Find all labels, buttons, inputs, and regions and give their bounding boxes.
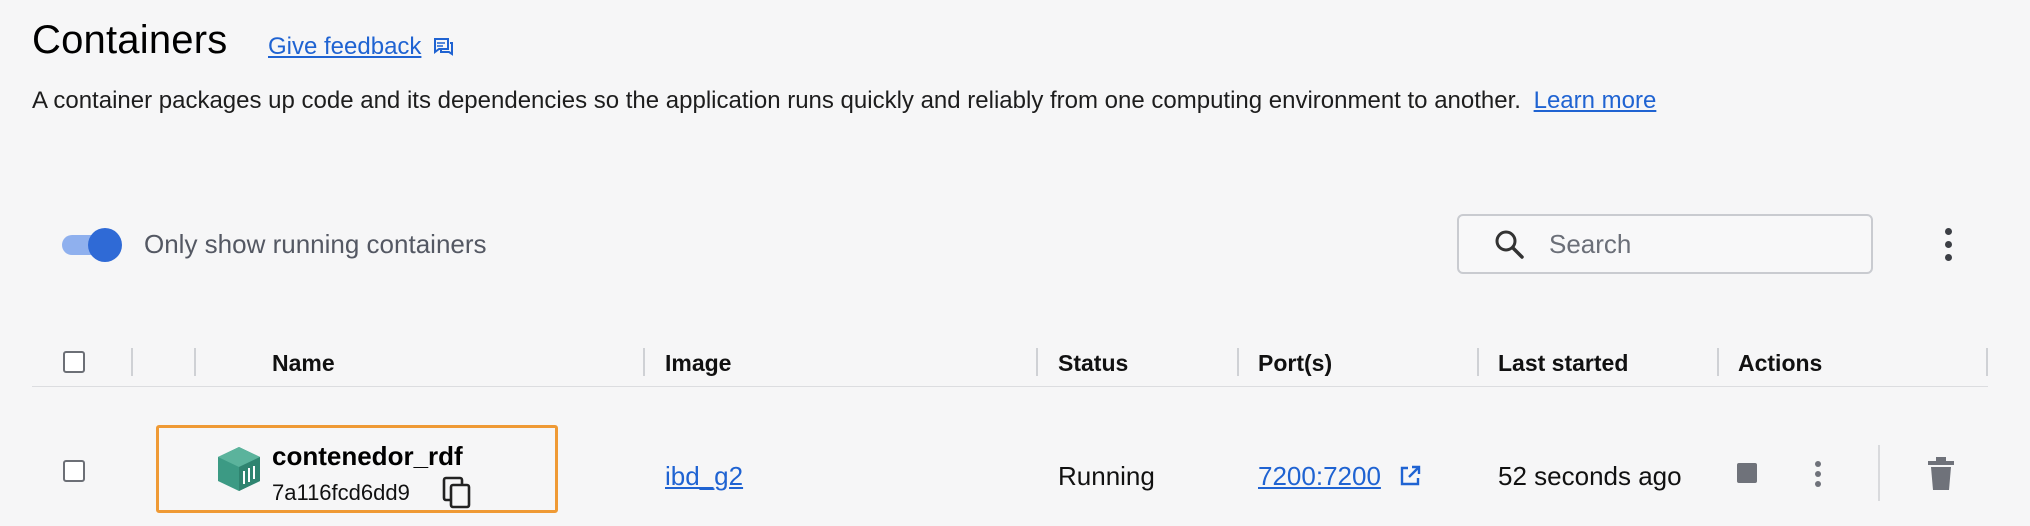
- image-name[interactable]: ibd_g2: [665, 461, 743, 491]
- column-header-name[interactable]: Name: [272, 350, 335, 377]
- status-text: Running: [1058, 461, 1155, 491]
- container-id: 7a116fcd6dd9: [272, 480, 410, 505]
- running-filter: Only show running containers: [62, 228, 487, 262]
- row-checkbox[interactable]: [63, 460, 85, 482]
- port-link[interactable]: 7200:7200: [1258, 461, 1381, 491]
- stop-icon[interactable]: [1737, 463, 1757, 483]
- search-icon: [1495, 230, 1524, 259]
- column-divider: [1717, 348, 1719, 376]
- give-feedback-label: Give feedback: [268, 33, 422, 60]
- running-only-toggle[interactable]: [62, 228, 122, 262]
- column-divider: [1036, 348, 1038, 376]
- column-divider: [1477, 348, 1479, 376]
- actions-divider: [1878, 445, 1880, 501]
- toggle-label: Only show running containers: [144, 228, 487, 259]
- column-header-last-started[interactable]: Last started: [1498, 350, 1628, 377]
- page-description: A container packages up code and its dep…: [32, 87, 1656, 115]
- ports-cell: 7200:7200: [1258, 461, 1422, 492]
- container-icon: [218, 447, 260, 491]
- column-header-status[interactable]: Status: [1058, 350, 1128, 377]
- feedback-icon: [434, 38, 454, 56]
- containers-page: Containers Give feedback A container pac…: [0, 0, 2030, 526]
- column-header-actions: Actions: [1738, 350, 1823, 376]
- table-header: Name Image Status Port(s) Last started A…: [32, 330, 1988, 387]
- page-title: Containers: [32, 18, 228, 62]
- copy-icon[interactable]: [442, 476, 472, 510]
- external-link-icon[interactable]: [1398, 464, 1422, 488]
- column-divider: [131, 348, 133, 376]
- give-feedback-link[interactable]: Give feedback: [268, 33, 455, 61]
- column-header-ports[interactable]: Port(s): [1258, 350, 1332, 377]
- toggle-knob: [88, 228, 122, 262]
- column-divider: [1986, 348, 1988, 376]
- column-divider: [1237, 348, 1239, 376]
- description-text: A container packages up code and its dep…: [32, 87, 1521, 114]
- more-options-icon[interactable]: [1940, 228, 1956, 264]
- select-all-checkbox[interactable]: [63, 351, 85, 373]
- column-divider: [194, 348, 196, 376]
- table-row[interactable]: contenedor_rdf 7a116fcd6dd9 ibd_g2 Runni…: [32, 387, 1988, 526]
- search-input[interactable]: [1547, 227, 1851, 261]
- learn-more-link[interactable]: Learn more: [1534, 87, 1657, 114]
- image-link[interactable]: ibd_g2: [665, 461, 743, 492]
- last-started-text: 52 seconds ago: [1498, 461, 1682, 491]
- container-name[interactable]: contenedor_rdf: [272, 441, 463, 472]
- trash-icon[interactable]: [1927, 457, 1955, 491]
- search-box: [1457, 214, 1873, 274]
- row-more-options-icon[interactable]: [1812, 461, 1824, 489]
- column-header-image[interactable]: Image: [665, 350, 731, 377]
- column-divider: [643, 348, 645, 376]
